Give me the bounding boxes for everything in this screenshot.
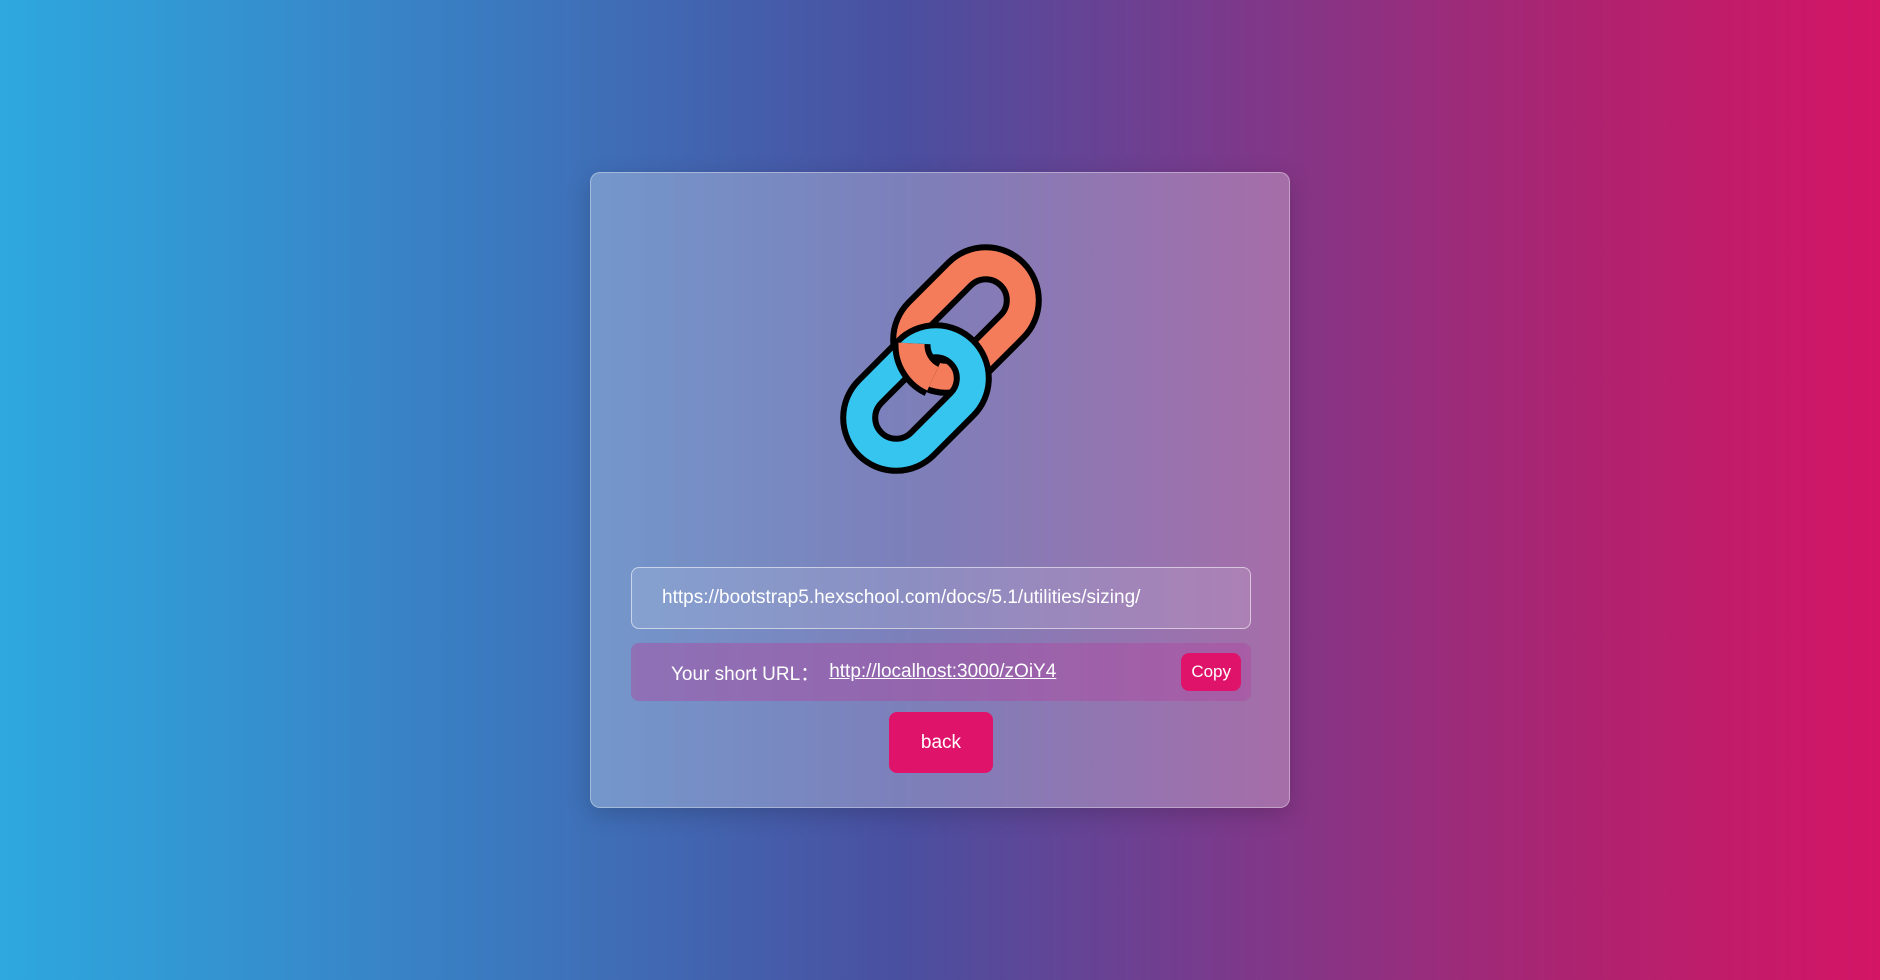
long-url-input[interactable]: [631, 567, 1251, 629]
chain-link-icon: [840, 244, 1042, 474]
short-url-label: Your short URL：: [671, 663, 820, 685]
back-button[interactable]: back: [889, 712, 993, 773]
short-url-result: Your short URL： http://localhost:3000/zO…: [631, 643, 1251, 701]
copy-button[interactable]: Copy: [1181, 653, 1241, 691]
short-url-link[interactable]: http://localhost:3000/zOiY4: [829, 661, 1056, 683]
shortener-card: Your short URL： http://localhost:3000/zO…: [590, 172, 1290, 808]
